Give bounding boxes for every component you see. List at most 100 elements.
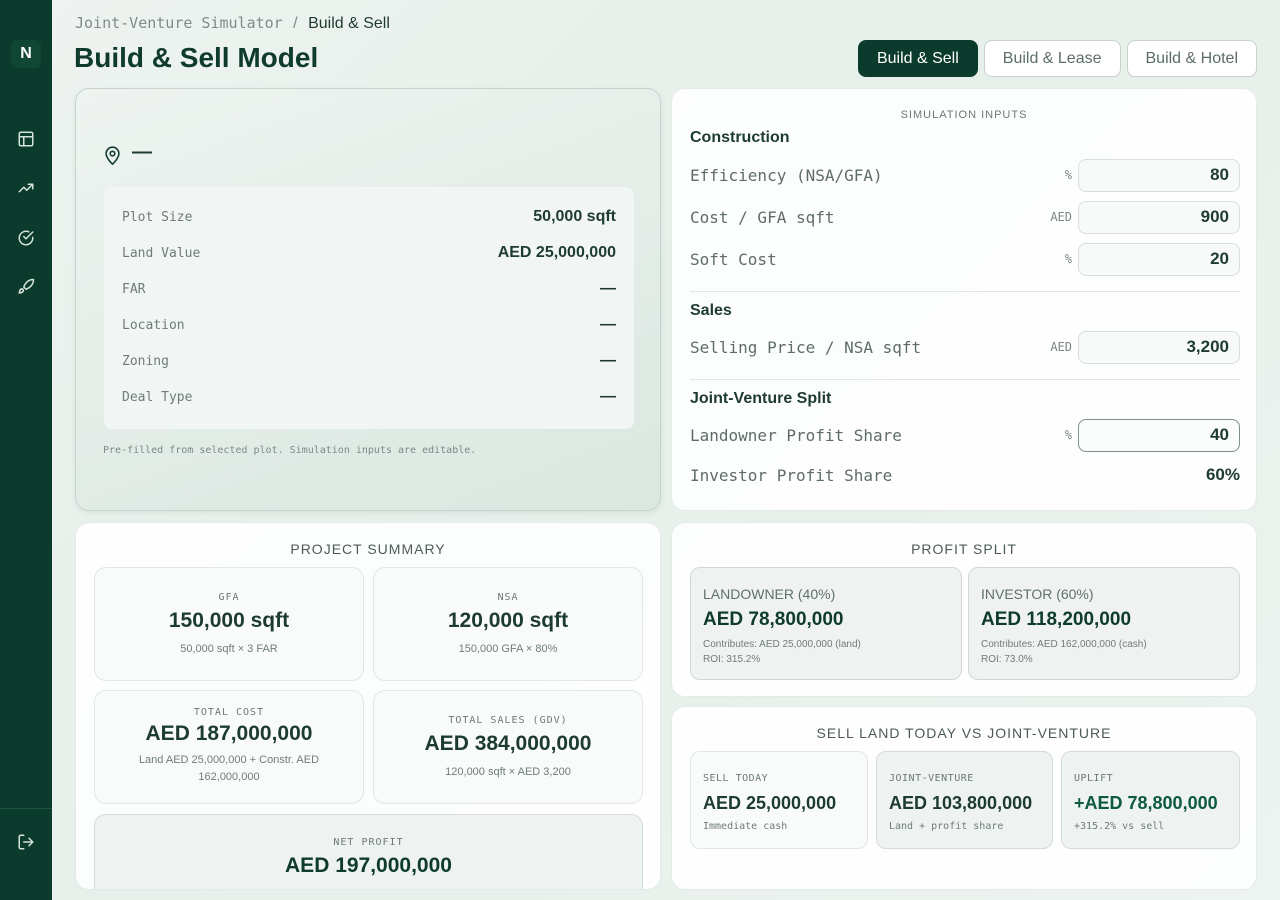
location-pin-icon [105,146,120,165]
jv-split-title: Joint-Venture Split [690,390,832,407]
app-logo[interactable]: N [11,40,41,68]
total-cost-sub: Land AED 25,000,000 + Constr. AED 162,00… [138,754,320,783]
jv-value: AED 103,800,000 [889,793,1033,813]
plot-row-deal-type: Deal Type — [122,379,616,415]
nsa-metric: NSA 120,000 sqft 150,000 GFA × 80% [373,567,643,681]
investor-share-label: Investor Profit Share [690,465,893,485]
soft-cost-label: Soft Cost [690,249,777,269]
divider [690,379,1240,380]
gdv-metric: TOTAL SALES (GDV) AED 384,000,000 120,00… [373,690,643,804]
breadcrumb-current: Build & Sell [308,15,390,32]
sell-vs-jv-card: SELL LAND TODAY VS JOINT-VENTURE SELL TO… [671,706,1257,890]
landowner-contrib: Contributes: AED 25,000,000 (land) [703,639,861,650]
selling-price-input[interactable] [1078,330,1240,364]
inputs-caption: SIMULATION INPUTS [900,109,1028,121]
uplift-caption: UPLIFT [1074,773,1114,784]
sidebar: N [0,0,52,900]
uplift-value: +AED 78,800,000 [1074,793,1218,813]
plot-row-far: FAR — [122,271,616,307]
gfa-value: 150,000 sqft [168,609,290,632]
plot-value: — [600,316,616,333]
check-circle-icon[interactable] [17,229,37,249]
investor-value: AED 118,200,000 [981,609,1132,630]
project-summary-card: PROJECT SUMMARY GFA 150,000 sqft 50,000 … [75,522,661,890]
sales-title: Sales [690,302,732,319]
jv-metric: JOINT-VENTURE AED 103,800,000 Land + pro… [876,751,1053,849]
landowner-value: AED 78,800,000 [703,609,844,630]
plot-value: 50,000 sqft [533,208,616,225]
selling-price-unit: AED [1050,340,1072,354]
landowner-share-input[interactable] [1078,418,1240,452]
sell-today-sub: Immediate cash [703,821,788,832]
investor-split: INVESTOR (60%) AED 118,200,000 Contribut… [968,567,1240,680]
layout-icon[interactable] [17,130,37,150]
landowner-share-label: Landowner Profit Share [690,425,902,445]
soft-cost-row: Soft Cost % [690,242,1240,276]
tab-build-sell[interactable]: Build & Sell [857,40,978,77]
selling-price-label: Selling Price / NSA sqft [690,337,922,357]
plot-row-land-value: Land Value AED 25,000,000 [122,235,616,271]
uplift-metric: UPLIFT +AED 78,800,000 +315.2% vs sell [1061,751,1240,849]
gfa-caption: GFA [218,592,240,603]
total-cost-value: AED 187,000,000 [145,722,313,745]
plot-value: — [600,280,616,297]
net-profit-value: AED 197,000,000 [285,854,452,877]
jv-sub: Land + profit share [889,821,1004,832]
plot-label: FAR [122,281,146,297]
soft-cost-unit: % [1064,252,1072,266]
tab-build-lease[interactable]: Build & Lease [983,40,1121,77]
investor-share-row: Investor Profit Share 60% [690,458,1240,492]
cost-input[interactable] [1078,200,1240,234]
landowner-caption: LANDOWNER (40%) [703,586,836,602]
gdv-sub: 120,000 sqft × AED 3,200 [445,766,571,778]
efficiency-input[interactable] [1078,158,1240,192]
plot-card: — Plot Size 50,000 sqft Land Value AED 2… [75,88,661,511]
soft-cost-input[interactable] [1078,242,1240,276]
page-title: Build & Sell Model [74,42,319,73]
breadcrumb-separator: / [293,15,298,32]
plot-label: Land Value [122,245,201,261]
plot-row-size: Plot Size 50,000 sqft [122,199,616,235]
gdv-value: AED 384,000,000 [424,732,592,755]
logout-icon[interactable] [17,833,37,853]
net-profit-caption: NET PROFIT [333,837,404,848]
summary-title: PROJECT SUMMARY [290,541,446,557]
plot-note: Pre-filled from selected plot. Simulatio… [103,445,477,456]
landowner-share-row: Landowner Profit Share % [690,418,1240,452]
sell-today-caption: SELL TODAY [703,773,769,784]
gfa-sub: 50,000 sqft × 3 FAR [180,643,278,655]
plot-value: — [600,388,616,405]
plot-label: Location [122,317,185,333]
investor-contrib: Contributes: AED 162,000,000 (cash) [981,639,1147,650]
cost-row: Cost / GFA sqft AED [690,200,1240,234]
breadcrumb-root[interactable]: Joint-Venture Simulator [75,14,283,32]
sell-today-value: AED 25,000,000 [703,793,837,813]
cost-label: Cost / GFA sqft [690,207,835,227]
investor-roi: ROI: 73.0% [981,654,1033,665]
divider [690,291,1240,292]
nsa-sub: 150,000 GFA × 80% [458,643,558,655]
landowner-split: LANDOWNER (40%) AED 78,800,000 Contribut… [690,567,962,680]
jv-caption: JOINT-VENTURE [889,773,974,784]
total-cost-metric: TOTAL COST AED 187,000,000 Land AED 25,0… [94,690,364,804]
efficiency-label: Efficiency (NSA/GFA) [690,165,883,185]
plot-row-location: Location — [122,307,616,343]
cost-unit: AED [1050,210,1072,224]
gfa-metric: GFA 150,000 sqft 50,000 sqft × 3 FAR [94,567,364,681]
plot-label: Zoning [122,353,169,369]
plot-value: AED 25,000,000 [497,244,616,261]
gdv-caption: TOTAL SALES (GDV) [448,715,568,726]
trending-up-icon[interactable] [17,179,37,199]
plot-details: Plot Size 50,000 sqft Land Value AED 25,… [104,187,634,429]
compare-title: SELL LAND TODAY VS JOINT-VENTURE [816,725,1112,741]
rocket-icon[interactable] [17,278,37,298]
uplift-sub: +315.2% vs sell [1074,821,1165,832]
breadcrumb: Joint-Venture Simulator / Build & Sell [75,14,390,33]
nsa-caption: NSA [497,592,519,603]
investor-share-value: 60% [1205,465,1240,484]
investor-caption: INVESTOR (60%) [981,586,1094,602]
landowner-roi: ROI: 315.2% [703,654,761,665]
tab-build-hotel[interactable]: Build & Hotel [1126,40,1257,77]
plot-title: — [132,141,152,163]
sell-today-metric: SELL TODAY AED 25,000,000 Immediate cash [690,751,868,849]
